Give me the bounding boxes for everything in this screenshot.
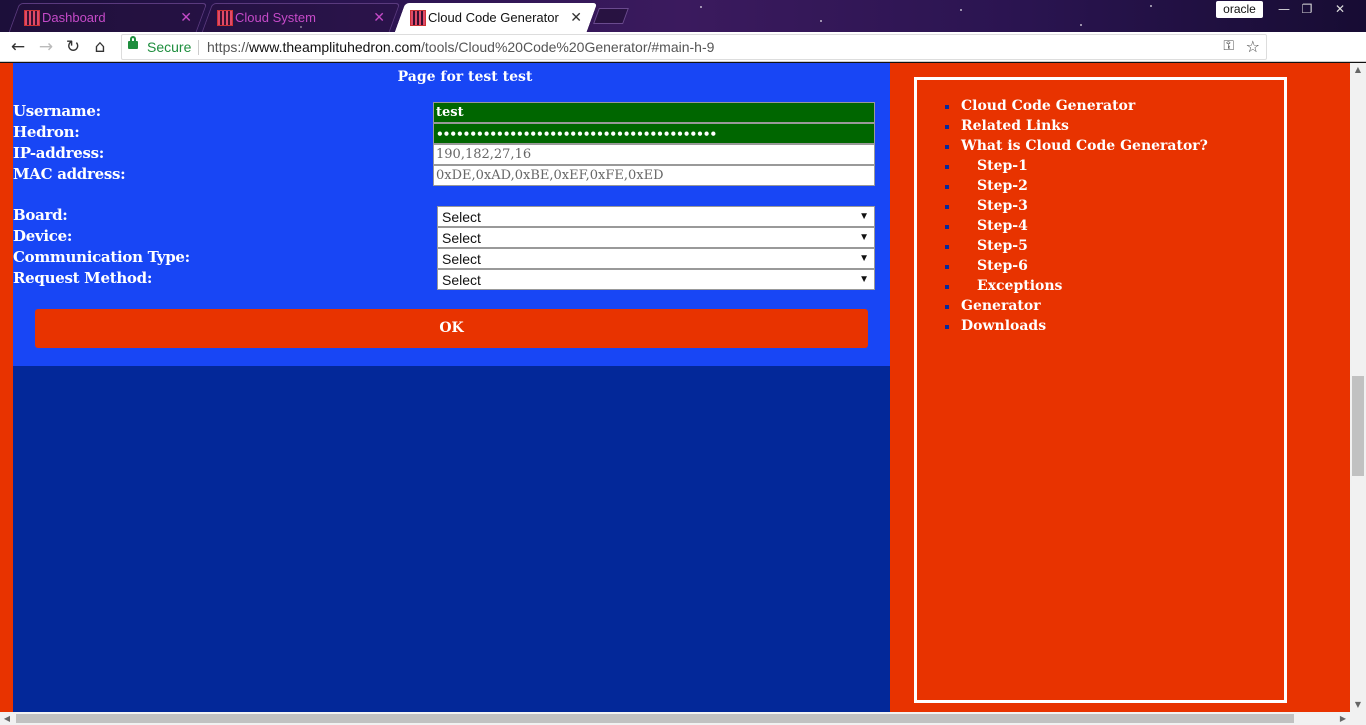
- tab-title: Dashboard: [42, 10, 106, 25]
- key-icon[interactable]: ⚿: [1223, 38, 1234, 54]
- url-host: www.theamplituhedron.com: [249, 39, 422, 55]
- url-text[interactable]: https://www.theamplituhedron.com/tools/C…: [207, 39, 714, 55]
- restore-icon[interactable]: ❐: [1295, 0, 1319, 18]
- toc-link-label: Step-1: [977, 158, 1028, 174]
- toc-link-related-links[interactable]: Related Links: [945, 118, 1301, 134]
- url-path: /tools/Cloud%20Code%20Generator/#main-h-…: [421, 39, 715, 55]
- config-form: Page for test test Username: test Hedron…: [13, 63, 890, 366]
- toc-link-what-is[interactable]: What is Cloud Code Generator?: [945, 138, 1301, 154]
- request-method-label: Request Method:: [13, 269, 153, 287]
- dropdown-arrow-icon: ▼: [859, 232, 869, 243]
- address-toolbar: ← → ↻ ⌂ Secure https://www.theamplituhed…: [0, 32, 1366, 88]
- page-title: Page for test test: [397, 69, 533, 85]
- hedron-password-field[interactable]: ••••••••••••••••••••••••••••••••••••••••…: [433, 123, 875, 144]
- communication-type-label: Communication Type:: [13, 248, 190, 266]
- close-tab-icon[interactable]: ✕: [373, 9, 385, 26]
- close-tab-icon[interactable]: ✕: [180, 9, 192, 26]
- reload-icon[interactable]: ↻: [62, 36, 84, 58]
- site-favicon-icon: [24, 10, 40, 26]
- toc-link-label: Step-6: [977, 258, 1028, 274]
- main-column: Page for test test Username: test Hedron…: [13, 63, 890, 712]
- toc-link-cloud-code-generator[interactable]: Cloud Code Generator: [945, 98, 1301, 114]
- ip-address-label: IP-address:: [13, 144, 104, 162]
- request-method-select[interactable]: Select ▼: [437, 269, 875, 290]
- tab-title: Cloud Code Generator: [428, 10, 559, 25]
- vertical-scrollbar[interactable]: ▲ ▼: [1350, 63, 1366, 712]
- url-scheme: https://: [207, 39, 250, 55]
- mac-address-field[interactable]: 0xDE,0xAD,0xBE,0xEF,0xFE,0xED: [433, 165, 875, 186]
- toc-link-label: What is Cloud Code Generator?: [961, 138, 1208, 154]
- board-label: Board:: [13, 206, 68, 224]
- back-arrow-icon[interactable]: ←: [7, 36, 29, 58]
- device-select[interactable]: Select ▼: [437, 227, 875, 248]
- toc-link-step-4[interactable]: Step-4: [945, 218, 1317, 234]
- home-icon[interactable]: ⌂: [89, 36, 111, 58]
- scroll-left-icon[interactable]: ◀: [0, 712, 14, 725]
- toc-link-step-6[interactable]: Step-6: [945, 258, 1317, 274]
- toc-link-label: Downloads: [961, 318, 1047, 334]
- browser-tab-strip: Dashboard ✕ Cloud System ✕ Cloud Code Ge…: [0, 0, 1366, 32]
- device-select-value: Select: [442, 230, 481, 246]
- close-window-icon[interactable]: ✕: [1328, 0, 1352, 18]
- profile-button[interactable]: oracle: [1216, 1, 1263, 18]
- close-tab-icon[interactable]: ✕: [570, 9, 582, 26]
- bookmark-star-icon[interactable]: ☆: [1246, 37, 1260, 56]
- scroll-down-icon[interactable]: ▼: [1350, 698, 1366, 712]
- communication-type-select-value: Select: [442, 251, 481, 267]
- horizontal-scroll-thumb[interactable]: [16, 714, 1294, 723]
- tab-dashboard[interactable]: Dashboard ✕: [8, 3, 208, 32]
- board-select[interactable]: Select ▼: [437, 206, 875, 227]
- hedron-label: Hedron:: [13, 123, 80, 141]
- tab-cloud-code-generator[interactable]: Cloud Code Generator ✕: [394, 3, 598, 32]
- toc-link-label: Related Links: [961, 118, 1069, 134]
- toc-link-label: Exceptions: [977, 278, 1063, 294]
- minimize-icon[interactable]: —: [1272, 0, 1296, 18]
- tab-title: Cloud System: [235, 10, 316, 25]
- toc-link-step-3[interactable]: Step-3: [945, 198, 1317, 214]
- ip-address-field[interactable]: 190,182,27,16: [433, 144, 875, 165]
- tab-cloud-system[interactable]: Cloud System ✕: [201, 3, 401, 32]
- dropdown-arrow-icon: ▼: [859, 274, 869, 285]
- toc-link-label: Step-3: [977, 198, 1028, 214]
- security-label: Secure: [147, 39, 192, 55]
- table-of-contents: Cloud Code Generator Related Links What …: [914, 77, 1287, 703]
- toc-link-step-1[interactable]: Step-1: [945, 158, 1317, 174]
- dropdown-arrow-icon: ▼: [859, 253, 869, 264]
- page-viewport: Page for test test Username: test Hedron…: [0, 63, 1350, 712]
- site-favicon-icon: [217, 10, 233, 26]
- toc-link-step-2[interactable]: Step-2: [945, 178, 1317, 194]
- dropdown-arrow-icon: ▼: [859, 211, 869, 222]
- toc-link-label: Step-2: [977, 178, 1028, 194]
- url-bar[interactable]: Secure https://www.theamplituhedron.com/…: [121, 34, 1267, 60]
- forward-arrow-icon[interactable]: →: [35, 36, 57, 58]
- toc-link-label: Generator: [961, 298, 1041, 314]
- username-label: Username:: [13, 102, 101, 120]
- ok-button[interactable]: OK: [35, 309, 868, 348]
- scroll-right-icon[interactable]: ▶: [1336, 712, 1350, 725]
- mac-address-label: MAC address:: [13, 165, 126, 183]
- toc-link-step-5[interactable]: Step-5: [945, 238, 1317, 254]
- board-select-value: Select: [442, 209, 481, 225]
- site-favicon-icon: [410, 10, 426, 26]
- toc-link-downloads[interactable]: Downloads: [945, 318, 1301, 334]
- lock-icon: [128, 36, 138, 49]
- username-field[interactable]: test: [433, 102, 875, 123]
- toc-link-label: Cloud Code Generator: [961, 98, 1136, 114]
- toc-link-label: Step-5: [977, 238, 1028, 254]
- new-tab-button[interactable]: [593, 8, 629, 24]
- horizontal-scrollbar[interactable]: ◀ ▶: [0, 712, 1366, 725]
- device-label: Device:: [13, 227, 73, 245]
- request-method-select-value: Select: [442, 272, 481, 288]
- vertical-scroll-thumb[interactable]: [1352, 376, 1364, 476]
- toc-link-label: Step-4: [977, 218, 1028, 234]
- communication-type-select[interactable]: Select ▼: [437, 248, 875, 269]
- scroll-up-icon[interactable]: ▲: [1350, 63, 1366, 77]
- toc-link-exceptions[interactable]: Exceptions: [945, 278, 1317, 294]
- toc-link-generator[interactable]: Generator: [945, 298, 1301, 314]
